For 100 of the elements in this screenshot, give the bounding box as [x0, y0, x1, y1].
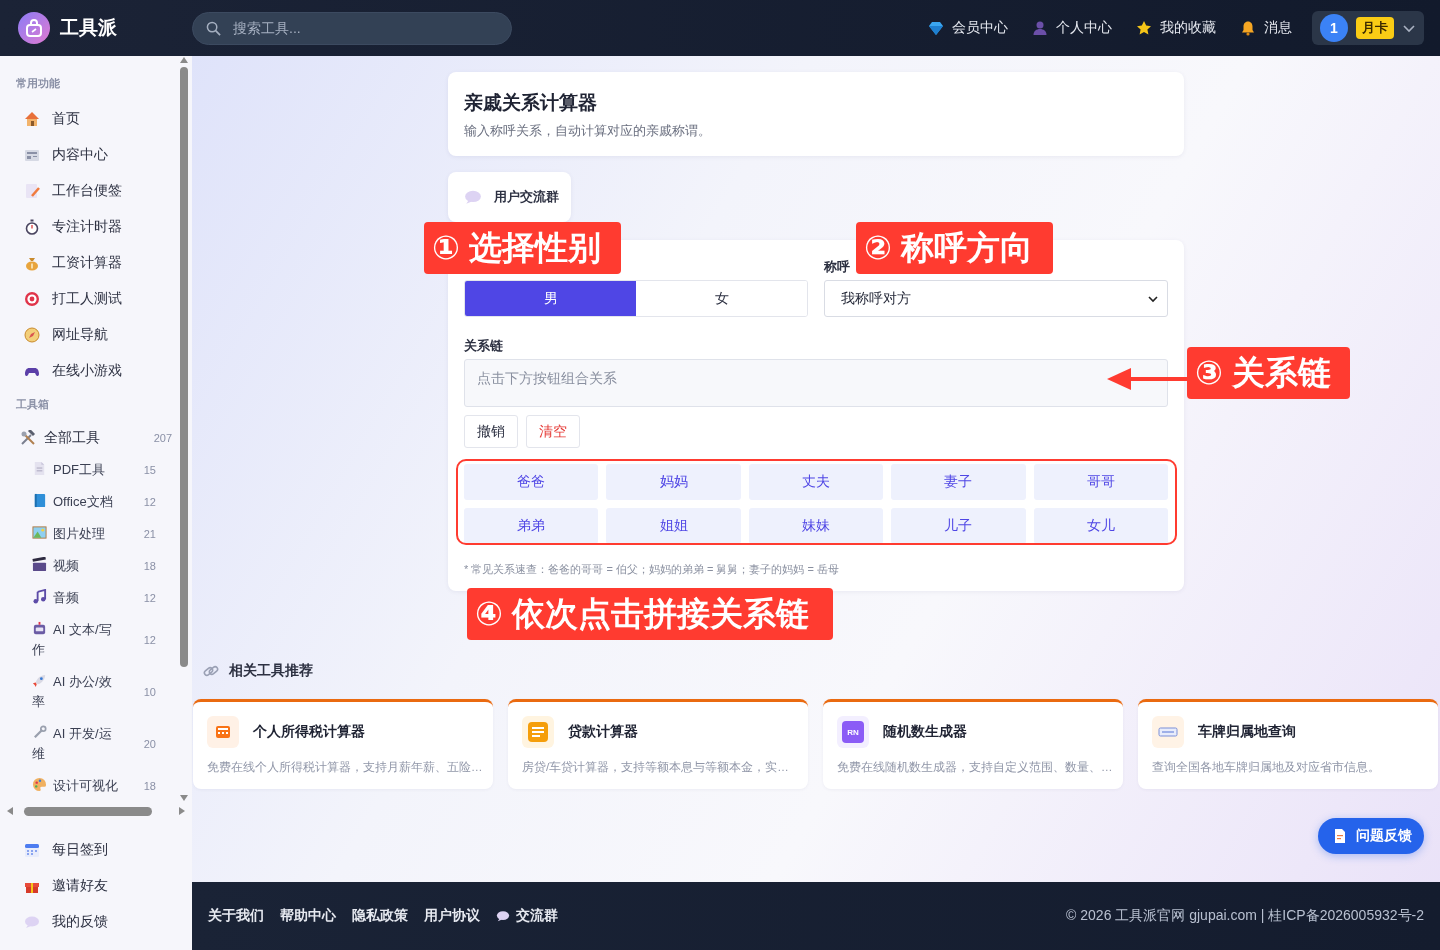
field-label: 称呼	[824, 258, 851, 276]
search-field[interactable]: 搜索工具...	[192, 11, 512, 45]
sidebar-item[interactable]: 设计可视化 18	[16, 770, 176, 802]
sidebar-item[interactable]: 每日签到	[16, 832, 192, 868]
tool-title: 个人所得税计算器	[253, 723, 365, 741]
sidebar-item[interactable]: 工资计算器	[16, 245, 176, 281]
callout-label: ③ 关系链	[1187, 347, 1350, 399]
sidebar-item[interactable]: 网址导航	[16, 317, 176, 353]
sidebar-item[interactable]: 音频 12	[16, 582, 176, 614]
action-button[interactable]: 清空	[526, 415, 580, 448]
house-icon	[24, 111, 40, 127]
avatar: 1	[1320, 14, 1348, 42]
document-icon	[32, 461, 47, 476]
nav-link[interactable]: 个人中心	[1032, 19, 1112, 37]
relation-button[interactable]: 妻子	[891, 464, 1026, 500]
robot-icon	[32, 621, 47, 636]
speech-bubble-icon	[24, 914, 40, 930]
relation-button[interactable]: 哥哥	[1033, 464, 1168, 500]
tool-title: 贷款计算器	[568, 723, 638, 741]
sidebar-item[interactable]: 打工人测试	[16, 281, 176, 317]
nav-link[interactable]: 会员中心	[928, 19, 1008, 37]
gender-option[interactable]: 男	[465, 281, 636, 316]
nav-link[interactable]: 消息	[1240, 19, 1292, 37]
count: 12	[143, 633, 156, 648]
sidebar-item[interactable]: 专注计时器	[16, 209, 176, 245]
sidebar-item[interactable]: AI 办公/效率 10	[16, 666, 176, 718]
chain-field[interactable]: 点击下方按钮组合关系	[464, 359, 1168, 407]
field-label: 关系链	[464, 337, 504, 355]
compass-icon	[24, 327, 40, 343]
tool-card[interactable]: 个人所得税计算器 免费在线个人所得税计算器，支持月薪年薪、五险…	[193, 699, 493, 789]
newspaper-icon	[24, 147, 40, 163]
book-icon	[32, 493, 47, 508]
scroll-left-icon[interactable]	[6, 806, 14, 816]
footer-link[interactable]: 帮助中心	[280, 907, 336, 925]
tool-description: 查询全国各地车牌归属地及对应省市信息。	[1152, 760, 1381, 775]
target-icon	[24, 291, 40, 307]
calculator-icon	[207, 716, 239, 748]
relation-button[interactable]: 弟弟	[464, 508, 599, 544]
relation-button[interactable]: 妹妹	[748, 508, 884, 544]
section-heading: 常用功能	[16, 76, 61, 91]
tool-card[interactable]: RN 随机数生成器 免费在线随机数生成器，支持自定义范围、数量、…	[823, 699, 1123, 789]
relation-button[interactable]: 妈妈	[606, 464, 741, 500]
action-button[interactable]: 撤销	[464, 415, 518, 448]
relation-button[interactable]: 姐姐	[606, 508, 741, 544]
vertical-scrollbar[interactable]	[178, 56, 190, 802]
person-icon	[1032, 20, 1048, 36]
relation-button[interactable]: 儿子	[891, 508, 1026, 544]
group-chip[interactable]: 用户交流群	[448, 172, 571, 222]
copyright: © 2026 工具派官网 gjupai.com | 桂ICP备2026005932号-2	[1066, 907, 1424, 925]
stopwatch-icon	[24, 219, 40, 235]
section-title: 相关工具推荐	[229, 662, 313, 680]
logo[interactable]	[18, 12, 50, 44]
sidebar-item[interactable]: AI 开发/运维 20	[16, 718, 176, 770]
brand-name: 工具派	[60, 16, 117, 40]
nav-link[interactable]: 我的收藏	[1136, 19, 1216, 37]
speech-bubble-icon	[496, 909, 510, 923]
count: 15	[143, 463, 156, 478]
sidebar-item[interactable]: 图片处理 21	[16, 518, 176, 550]
tool-description: 免费在线随机数生成器，支持自定义范围、数量、…	[837, 760, 1111, 775]
membership-badge: 月卡	[1356, 17, 1394, 39]
relation-button[interactable]: 爸爸	[464, 464, 599, 500]
tool-title: 车牌归属地查询	[1198, 723, 1296, 741]
sidebar-item[interactable]: 邀请好友	[16, 868, 192, 904]
sidebar-item[interactable]: 视频 18	[16, 550, 176, 582]
palette-icon	[32, 777, 47, 792]
count: 18	[143, 559, 156, 574]
tool-description: 免费在线个人所得税计算器，支持月薪年薪、五险…	[207, 760, 481, 775]
list-icon	[522, 716, 554, 748]
footer-link[interactable]: 交流群	[496, 907, 558, 925]
count: 12	[143, 495, 156, 510]
scroll-right-icon[interactable]	[178, 806, 186, 816]
tool-card[interactable]: 贷款计算器 房贷/车贷计算器，支持等额本息与等额本金，实…	[508, 699, 808, 789]
document-icon	[1332, 828, 1348, 844]
landscape-icon	[32, 525, 47, 540]
callout-label: ④ 依次点击拼接关系链	[467, 588, 833, 640]
sidebar-item[interactable]: 全部工具 207	[16, 422, 176, 454]
feedback-button[interactable]: 问题反馈	[1318, 818, 1424, 854]
direction-select[interactable]: 我称呼对方	[824, 280, 1168, 317]
clapperboard-icon	[32, 557, 47, 572]
callout-label: ② 称呼方向	[856, 222, 1053, 274]
star-icon	[1136, 20, 1152, 36]
sidebar-item[interactable]: 首页	[16, 101, 176, 137]
sidebar-item[interactable]: Office文档 12	[16, 486, 176, 518]
user-menu[interactable]: 1 月卡	[1312, 11, 1424, 45]
relation-button[interactable]: 女儿	[1033, 508, 1168, 544]
wrench-icon	[32, 725, 47, 740]
sidebar-item[interactable]: 我的反馈	[16, 904, 192, 940]
sidebar-item[interactable]: 工作台便签	[16, 173, 176, 209]
footer-link[interactable]: 用户协议	[424, 907, 480, 925]
sidebar-item[interactable]: AI 文本/写作 12	[16, 614, 176, 666]
sidebar-item[interactable]: PDF工具 15	[16, 454, 176, 486]
sidebar-item[interactable]: 在线小游戏	[16, 353, 176, 389]
bell-icon	[1240, 20, 1256, 36]
relation-button[interactable]: 丈夫	[748, 464, 884, 500]
tool-title: 随机数生成器	[883, 723, 967, 741]
tool-card[interactable]: 车牌归属地查询 查询全国各地车牌归属地及对应省市信息。	[1138, 699, 1438, 789]
footer-link[interactable]: 关于我们	[208, 907, 264, 925]
sidebar-item[interactable]: 内容中心	[16, 137, 176, 173]
scroll-down-icon[interactable]	[179, 794, 189, 802]
footer-link[interactable]: 隐私政策	[352, 907, 408, 925]
